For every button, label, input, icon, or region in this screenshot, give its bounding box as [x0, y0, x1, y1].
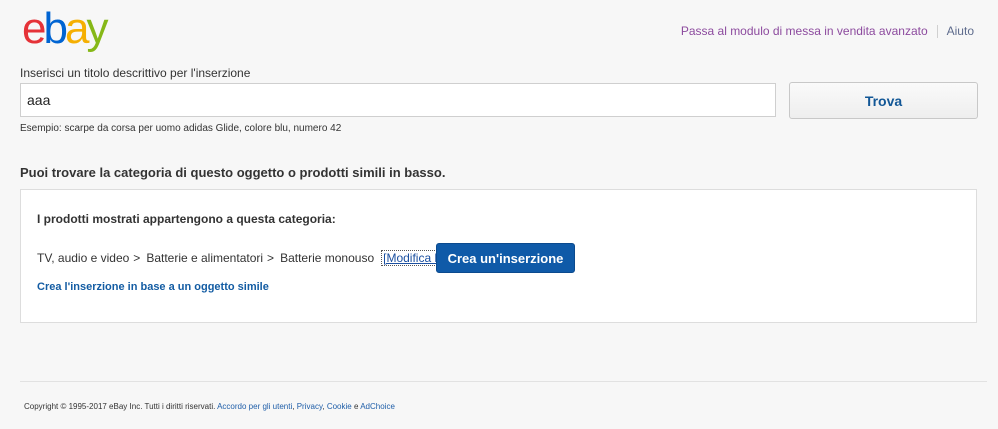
search-button[interactable]: Trova	[789, 82, 978, 119]
user-agreement-link[interactable]: Accordo per gli utenti	[217, 402, 292, 411]
copyright-text: Copyright © 1995-2017 eBay Inc. Tutti i …	[24, 402, 216, 411]
breadcrumb-item: Batterie monouso	[280, 251, 375, 265]
logo-letter-y: y	[86, 4, 108, 53]
help-link[interactable]: Aiuto	[947, 24, 974, 38]
logo-letter-a: a	[64, 4, 90, 53]
advanced-listing-link[interactable]: Passa al modulo di messa in vendita avan…	[681, 24, 928, 38]
category-panel: I prodotti mostrati appartengono a quest…	[20, 189, 977, 323]
footer-divider	[20, 381, 987, 382]
category-heading: I prodotti mostrati appartengono a quest…	[37, 212, 336, 226]
cookie-link[interactable]: Cookie	[327, 402, 352, 411]
create-listing-button[interactable]: Crea un'inserzione	[436, 243, 575, 273]
category-breadcrumb: TV, audio e video > Batterie e alimentator…	[37, 250, 450, 266]
section-heading: Puoi trovare la categoria di questo ogge…	[20, 165, 446, 180]
title-input[interactable]	[20, 83, 776, 117]
nav-divider	[936, 25, 938, 39]
logo-letter-e: e	[22, 4, 47, 53]
breadcrumb-item: Batterie e alimentatori	[146, 251, 264, 265]
similar-item-link[interactable]: Crea l'inserzione in base a un oggetto s…	[37, 281, 269, 293]
footer-comma: ,	[292, 402, 295, 411]
logo-letter-b: b	[43, 4, 68, 53]
ebay-logo[interactable]: ebay	[22, 4, 108, 54]
footer: Copyright © 1995-2017 eBay Inc. Tutti i …	[24, 402, 395, 411]
breadcrumb-separator: >	[133, 251, 141, 265]
top-navigation: Passa al modulo di messa in vendita avan…	[681, 24, 974, 39]
example-hint: Esempio: scarpe da corsa per uomo adidas…	[20, 123, 342, 134]
footer-and: e	[353, 402, 359, 411]
privacy-link[interactable]: Privacy	[297, 402, 323, 411]
adchoice-link[interactable]: AdChoice	[360, 402, 395, 411]
breadcrumb-item: TV, audio e video	[37, 251, 130, 265]
breadcrumb-separator: >	[267, 251, 275, 265]
title-label: Inserisci un titolo descrittivo per l'in…	[20, 66, 251, 80]
footer-comma: ,	[322, 402, 325, 411]
